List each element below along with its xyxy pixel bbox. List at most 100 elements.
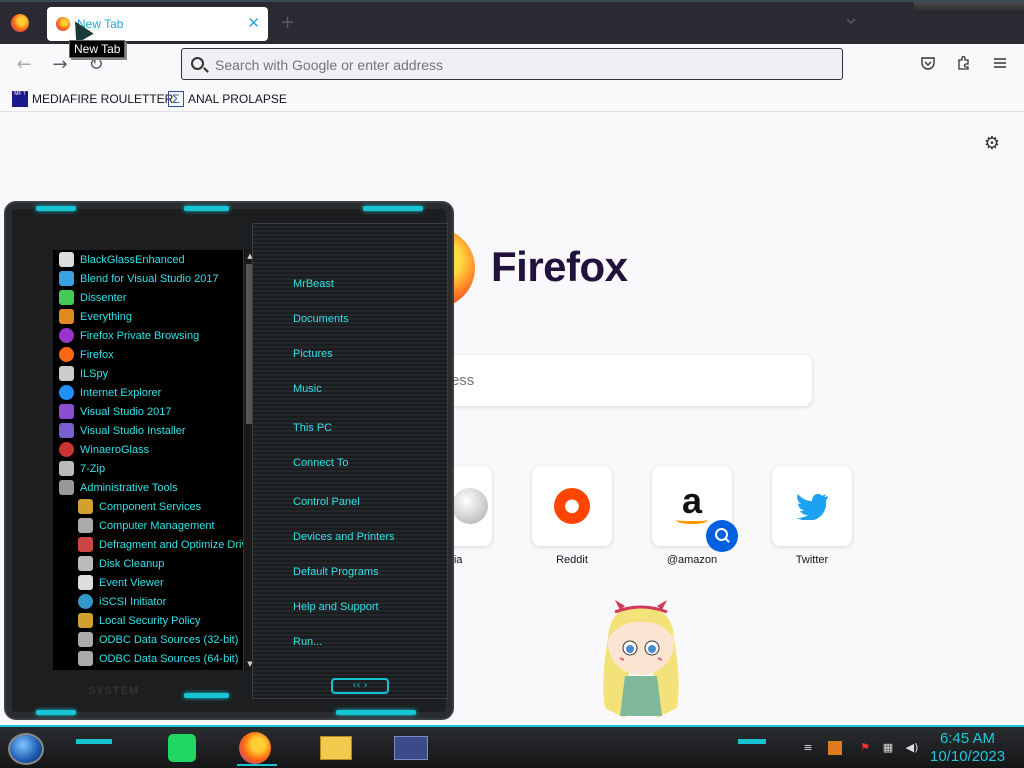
program-item[interactable]: Internet Explorer <box>59 383 161 402</box>
component-services-icon <box>78 499 93 514</box>
program-item[interactable]: BlackGlassEnhanced <box>59 250 185 269</box>
menu-accent <box>184 206 229 211</box>
volume-icon[interactable]: ◀) <box>905 741 919 755</box>
admin-tool-item[interactable]: Local Security Policy <box>78 611 201 630</box>
admin-tool-item[interactable]: Defragment and Optimize Drives <box>78 535 243 554</box>
list-all-tabs-icon[interactable] <box>845 15 857 27</box>
app-menu-icon[interactable] <box>992 55 1008 71</box>
search-icon <box>191 57 204 70</box>
admin-tools-icon <box>59 480 74 495</box>
taskbar-window-app[interactable] <box>392 730 432 766</box>
program-label: Computer Management <box>99 519 215 532</box>
start-link-music[interactable]: Music <box>293 383 322 395</box>
vs-installer-icon <box>59 423 74 438</box>
bookmark-mediafire-rouletter[interactable]: MF T MEDIAFIRE ROULETTER <box>12 90 173 108</box>
firefox-private-icon <box>59 328 74 343</box>
tray-app-icon[interactable] <box>828 741 842 755</box>
admin-tool-item[interactable]: Component Services <box>78 497 201 516</box>
dissenter-icon <box>59 290 74 305</box>
show-hidden-icons-icon[interactable]: ≡ <box>801 741 815 755</box>
start-link-control-panel[interactable]: Control Panel <box>293 496 360 508</box>
tile-box: a <box>652 466 738 552</box>
start-orb-button[interactable] <box>8 733 44 765</box>
twitter-icon <box>797 493 828 520</box>
program-item[interactable]: Visual Studio 2017 <box>59 402 172 421</box>
file-explorer-icon <box>320 736 352 760</box>
program-folder[interactable]: Administrative Tools <box>59 478 178 497</box>
sigma-icon: Σ <box>168 91 184 107</box>
program-item[interactable]: Firefox Private Browsing <box>59 326 199 345</box>
odbc-64-icon <box>78 651 93 666</box>
program-item[interactable]: Dissenter <box>59 288 126 307</box>
program-item[interactable]: Firefox <box>59 345 114 364</box>
taskbar-accent <box>738 739 766 744</box>
start-link-connect-to[interactable]: Connect To <box>293 457 348 469</box>
firefox-view-icon[interactable] <box>11 14 29 32</box>
blend-icon <box>59 271 74 286</box>
program-item[interactable]: Everything <box>59 307 132 326</box>
program-item[interactable]: ILSpy <box>59 364 108 383</box>
program-label: WinaeroGlass <box>80 443 150 456</box>
top-site-reddit[interactable]: ● Reddit <box>532 466 612 566</box>
odbc-32-icon <box>78 632 93 647</box>
start-link-default-programs[interactable]: Default Programs <box>293 566 379 578</box>
admin-tool-item[interactable]: Computer Management <box>78 516 215 535</box>
start-link-documents[interactable]: Documents <box>293 313 349 325</box>
bookmark-label: ANAL PROLAPSE <box>188 92 287 106</box>
program-label: ODBC Data Sources (32-bit) <box>99 633 239 646</box>
url-bar[interactable] <box>181 48 843 80</box>
network-icon[interactable]: ▦ <box>881 741 895 755</box>
clock-time[interactable]: 6:45 AM <box>940 730 995 747</box>
tile-box <box>772 466 852 546</box>
program-item[interactable]: Blend for Visual Studio 2017 <box>59 269 219 288</box>
tile-label: @amazon <box>666 554 718 566</box>
gear-icon[interactable]: ⚙ <box>983 135 1001 153</box>
program-label: BlackGlassEnhanced <box>80 253 185 266</box>
forward-button[interactable]: → <box>49 54 71 75</box>
bookmarks-toolbar: MF T MEDIAFIRE ROULETTER Σ ANAL PROLAPSE <box>0 86 1024 112</box>
wikipedia-icon <box>452 488 488 524</box>
shutdown-arrows-button[interactable]: ‹‹ › <box>331 678 389 694</box>
start-link-pictures[interactable]: Pictures <box>293 348 333 360</box>
event-viewer-icon <box>78 575 93 590</box>
menu-accent <box>184 693 229 698</box>
spotify-icon <box>168 734 196 762</box>
admin-tool-item[interactable]: ODBC Data Sources (64-bit) <box>78 649 238 668</box>
clock-date[interactable]: 10/10/2023 <box>930 748 1005 765</box>
start-link-user[interactable]: MrBeast <box>293 278 334 290</box>
everything-icon <box>59 309 74 324</box>
start-link-help-support[interactable]: Help and Support <box>293 601 379 613</box>
start-link-devices-printers[interactable]: Devices and Printers <box>293 531 395 543</box>
program-label: Firefox Private Browsing <box>80 329 200 342</box>
window-frame-decoration <box>914 2 1024 14</box>
taskbar-firefox[interactable] <box>237 730 277 766</box>
taskbar-accent <box>76 739 112 744</box>
start-link-this-pc[interactable]: This PC <box>293 422 332 434</box>
taskbar-spotify[interactable] <box>164 730 204 766</box>
back-button[interactable]: ← <box>13 54 35 75</box>
defragment-icon <box>78 537 93 552</box>
admin-tool-item[interactable]: iSCSI Initiator <box>78 592 166 611</box>
taskbar-file-explorer[interactable] <box>318 730 358 766</box>
action-center-icon[interactable]: ⚑ <box>858 741 872 755</box>
admin-tool-item[interactable]: Disk Cleanup <box>78 554 164 573</box>
mediafire-icon: MF T <box>12 91 28 107</box>
local-security-policy-icon <box>78 613 93 628</box>
close-tab-icon[interactable]: ✕ <box>247 14 260 32</box>
extensions-icon[interactable] <box>956 55 972 71</box>
program-item[interactable]: Visual Studio Installer <box>59 421 186 440</box>
bookmark-anal-prolapse[interactable]: Σ ANAL PROLAPSE <box>168 90 287 108</box>
program-label: Disk Cleanup <box>99 557 165 570</box>
top-site-twitter[interactable]: Twitter <box>772 466 852 566</box>
program-item[interactable]: 7-Zip <box>59 459 105 478</box>
start-link-run[interactable]: Run... <box>293 636 322 648</box>
program-label: Event Viewer <box>99 576 164 589</box>
program-item[interactable]: WinaeroGlass <box>59 440 149 459</box>
admin-tool-item[interactable]: Event Viewer <box>78 573 164 592</box>
top-site-amazon[interactable]: a @amazon <box>652 466 738 566</box>
all-programs-list[interactable]: BlackGlassEnhanced Blend for Visual Stud… <box>53 250 243 670</box>
pocket-icon[interactable] <box>920 55 936 71</box>
admin-tool-item[interactable]: ODBC Data Sources (32-bit) <box>78 630 238 649</box>
new-tab-button[interactable]: + <box>280 12 295 33</box>
url-input[interactable] <box>215 55 815 75</box>
